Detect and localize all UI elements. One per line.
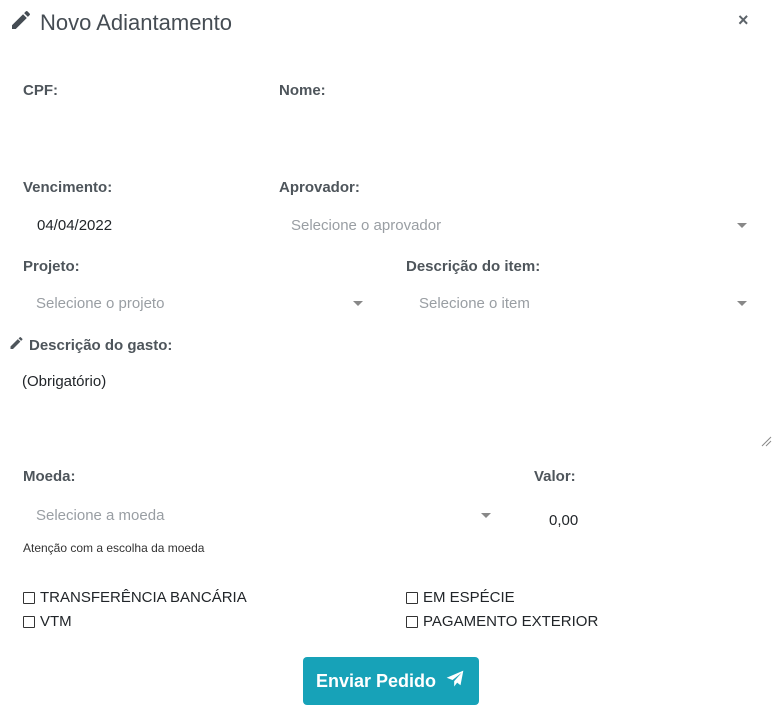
modal-header: Novo Adiantamento	[8, 8, 232, 37]
nome-label: Nome:	[279, 82, 326, 99]
moeda-label: Moeda:	[23, 468, 76, 485]
item-select[interactable]: Selecione o item	[419, 295, 747, 312]
vencimento-input[interactable]: 04/04/2022	[37, 217, 112, 234]
gasto-textarea-placeholder: (Obrigatório)	[22, 373, 107, 390]
option-transferencia[interactable]: TRANSFERÊNCIA BANCÁRIA	[23, 589, 247, 606]
pencil-icon	[8, 335, 25, 356]
moeda-select[interactable]: Selecione a moeda	[36, 507, 491, 524]
checkbox[interactable]	[406, 591, 418, 604]
pencil-icon	[8, 8, 34, 37]
checkbox[interactable]	[23, 591, 35, 604]
resize-handle-icon[interactable]	[760, 434, 772, 452]
close-icon[interactable]: ×	[738, 10, 749, 31]
paper-plane-icon	[444, 669, 466, 694]
submit-button[interactable]: Enviar Pedido	[303, 657, 479, 705]
aprovador-select[interactable]: Selecione o aprovador	[291, 217, 747, 234]
aprovador-select-value: Selecione o aprovador	[291, 217, 442, 234]
vencimento-label: Vencimento:	[23, 179, 113, 196]
valor-input[interactable]: 0,00	[549, 512, 578, 529]
caret-down-icon	[353, 301, 363, 306]
gasto-label: Descrição do gasto:	[29, 337, 173, 354]
caret-down-icon	[737, 301, 747, 306]
projeto-select[interactable]: Selecione o projeto	[36, 295, 363, 312]
item-select-value: Selecione o item	[419, 295, 530, 312]
caret-down-icon	[737, 223, 747, 228]
cpf-label: CPF:	[23, 82, 58, 99]
checkbox[interactable]	[406, 615, 418, 628]
caret-down-icon	[481, 513, 491, 518]
option-pagamento-exterior[interactable]: PAGAMENTO EXTERIOR	[406, 613, 598, 630]
option-label: TRANSFERÊNCIA BANCÁRIA	[40, 589, 247, 606]
option-label: VTM	[40, 613, 72, 630]
moeda-hint: Atenção com a escolha da moeda	[23, 541, 205, 555]
option-label: EM ESPÉCIE	[423, 589, 515, 606]
aprovador-label: Aprovador:	[279, 179, 360, 196]
item-label: Descrição do item:	[406, 258, 541, 275]
option-label: PAGAMENTO EXTERIOR	[423, 613, 599, 630]
gasto-label-row: Descrição do gasto:	[8, 335, 172, 356]
projeto-label: Projeto:	[23, 258, 80, 275]
option-vtm[interactable]: VTM	[23, 613, 72, 630]
modal-title: Novo Adiantamento	[40, 9, 233, 35]
gasto-textarea[interactable]	[16, 360, 773, 446]
moeda-select-value: Selecione a moeda	[36, 507, 165, 524]
submit-button-label: Enviar Pedido	[315, 670, 437, 691]
option-especie[interactable]: EM ESPÉCIE	[406, 589, 515, 606]
valor-label: Valor:	[534, 468, 576, 485]
checkbox[interactable]	[23, 615, 35, 628]
projeto-select-value: Selecione o projeto	[36, 295, 165, 312]
